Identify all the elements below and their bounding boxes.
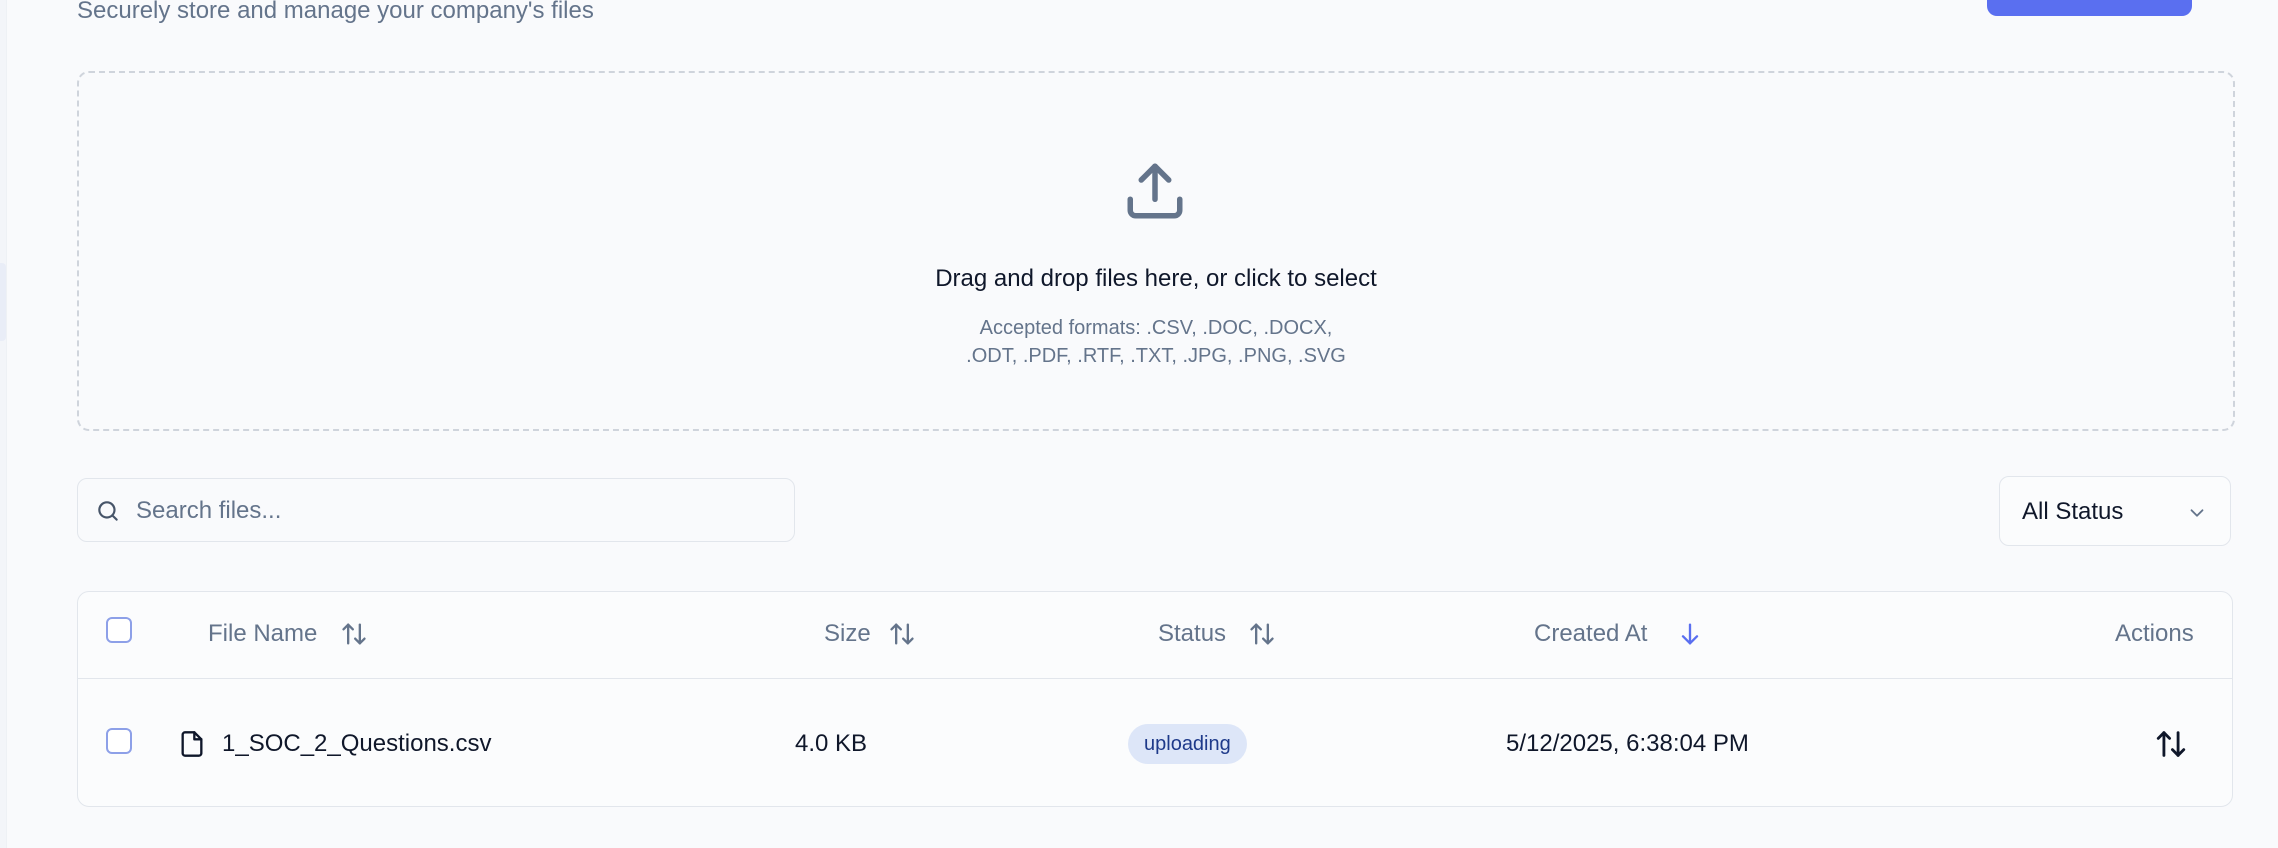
upload-icon <box>1127 163 1183 219</box>
file-size-cell: 4.0 KB <box>795 730 868 757</box>
files-table: File Name Size Status Created At Actions <box>77 591 2233 807</box>
sort-both-icon[interactable] <box>2154 727 2188 761</box>
file-name-cell[interactable]: 1_SOC_2_Questions.csv <box>222 729 491 759</box>
search-input[interactable] <box>134 479 778 543</box>
table-header: File Name Size Status Created At Actions <box>78 592 2232 679</box>
table-row[interactable]: 1_SOC_2_Questions.csv 4.0 KB uploading 5… <box>78 679 2232 806</box>
page-subtitle: Securely store and manage your company's… <box>77 0 594 24</box>
file-icon <box>181 731 203 757</box>
file-dropzone[interactable] <box>77 71 2235 431</box>
column-header-size[interactable]: Size <box>824 619 871 649</box>
accepted-formats-line-1: Accepted formats: .CSV, .DOC, .DOCX, <box>979 317 1333 339</box>
select-all-checkbox[interactable] <box>106 617 132 643</box>
chevron-down-icon <box>2190 509 2204 517</box>
sort-desc-icon[interactable] <box>1676 620 1704 648</box>
dropzone-accepted-formats: Accepted formats: .CSV, .DOC, .DOCX, .OD… <box>77 314 2235 370</box>
sort-both-icon[interactable] <box>1248 620 1276 648</box>
search-icon <box>98 501 118 521</box>
status-badge: uploading <box>1128 724 1247 764</box>
sidebar-active-indicator <box>0 263 6 341</box>
sort-both-icon[interactable] <box>340 620 368 648</box>
column-header-actions: Actions <box>2115 620 2194 647</box>
sidebar-edge <box>0 0 7 848</box>
file-manager-page: Securely store and manage your company's… <box>0 0 2278 848</box>
sort-both-icon[interactable] <box>888 620 916 648</box>
column-header-status[interactable]: Status <box>1158 619 1226 649</box>
search-box <box>77 478 795 543</box>
status-filter-value: All Status <box>2022 498 2124 525</box>
accepted-formats-line-2: .ODT, .PDF, .RTF, .TXT, .JPG, .PNG, .SVG <box>966 345 1346 367</box>
row-select-checkbox[interactable] <box>106 728 132 754</box>
created-at-cell: 5/12/2025, 6:38:04 PM <box>1506 730 1749 757</box>
status-filter-select[interactable]: All Status <box>1999 476 2231 546</box>
column-header-file-name[interactable]: File Name <box>208 619 317 649</box>
upload-files-button[interactable] <box>1987 0 2192 16</box>
dropzone-title: Drag and drop files here, or click to se… <box>935 265 1377 292</box>
column-header-created-at[interactable]: Created At <box>1534 619 1647 649</box>
